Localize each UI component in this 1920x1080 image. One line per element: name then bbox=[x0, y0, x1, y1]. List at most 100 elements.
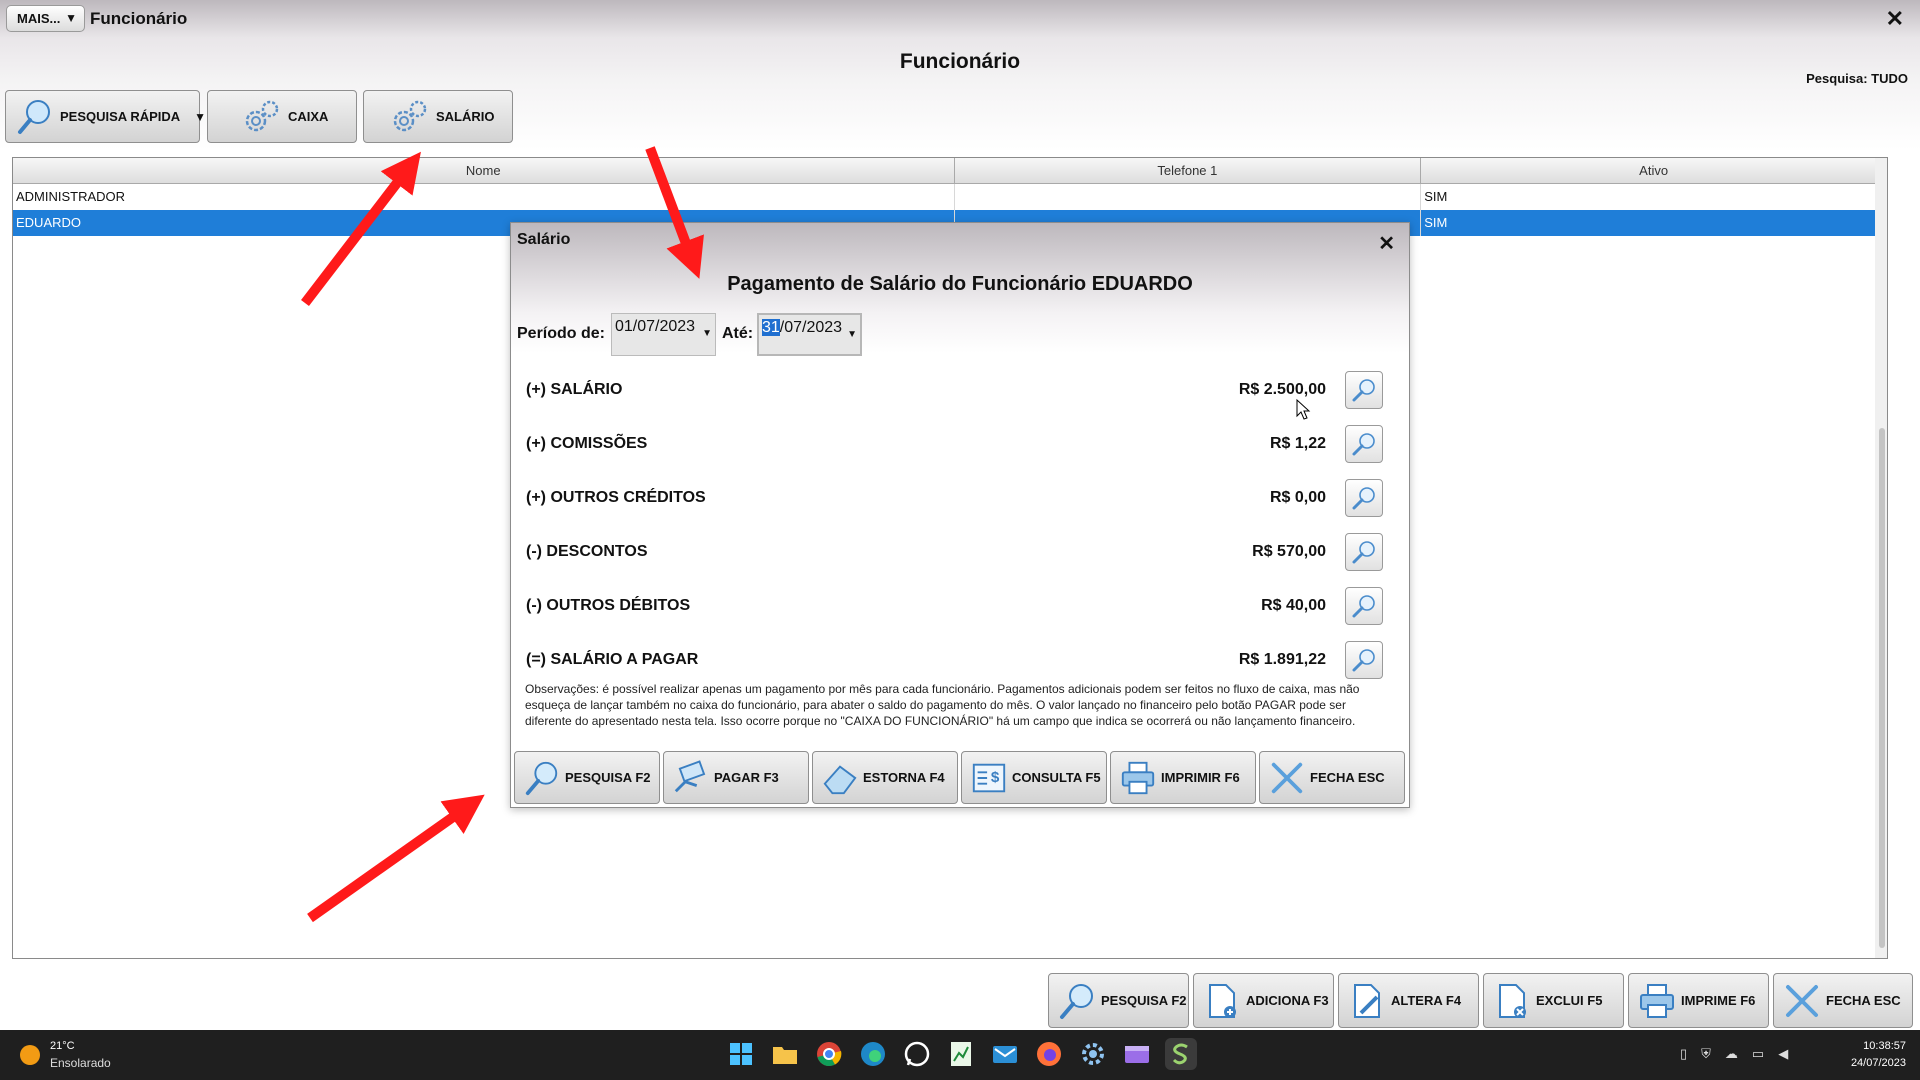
consulta-button[interactable]: $ CONSULTA F5 bbox=[961, 751, 1107, 804]
add-document-icon bbox=[1209, 983, 1236, 1018]
close-x-icon bbox=[1786, 984, 1818, 1017]
mail-icon[interactable] bbox=[989, 1038, 1021, 1070]
column-header-nome[interactable]: Nome bbox=[13, 158, 955, 183]
chevron-down-icon[interactable]: ▼ bbox=[194, 110, 206, 124]
row-value: R$ 0,00 bbox=[1269, 489, 1326, 506]
whatsapp-icon[interactable] bbox=[901, 1038, 933, 1070]
estorna-label: ESTORNA F4 bbox=[863, 770, 945, 785]
table-row[interactable]: ADMINISTRADOR SIM bbox=[13, 184, 1887, 210]
chevron-down-icon[interactable]: ▼ bbox=[847, 329, 857, 340]
exclui-button[interactable]: EXCLUI F5 bbox=[1483, 973, 1624, 1028]
app-window: MAIS... ▼ Funcionário ✕ Funcionário Pesq… bbox=[0, 0, 1920, 1030]
imprimir-label: IMPRIMIR F6 bbox=[1161, 770, 1240, 785]
defender-icon[interactable]: ⛨ bbox=[1701, 1046, 1711, 1062]
close-icon[interactable]: ✕ bbox=[1886, 8, 1904, 30]
magnifier-icon bbox=[1352, 541, 1375, 564]
imprimir-button[interactable]: IMPRIMIR F6 bbox=[1110, 751, 1256, 804]
estorna-button[interactable]: ESTORNA F4 bbox=[812, 751, 958, 804]
delete-document-icon bbox=[1499, 983, 1526, 1018]
outros-creditos-row: (+) OUTROS CRÉDITOS R$ 0,00 bbox=[526, 479, 1396, 519]
gears-icon bbox=[393, 100, 427, 131]
quick-search-button[interactable]: PESQUISA RÁPIDA ▼ bbox=[5, 90, 206, 143]
network-icon[interactable]: ▭ bbox=[1752, 1046, 1764, 1062]
bottom-pesquisa-label: PESQUISA F2 bbox=[1101, 993, 1187, 1008]
pagar-label: PAGAR F3 bbox=[714, 770, 779, 785]
close-icon[interactable]: ✕ bbox=[1378, 231, 1395, 256]
row-label: (=) SALÁRIO A PAGAR bbox=[526, 651, 699, 668]
app-s-icon[interactable] bbox=[1165, 1038, 1197, 1070]
row-label: (+) SALÁRIO bbox=[526, 381, 623, 398]
detail-search-button[interactable] bbox=[1345, 425, 1383, 463]
imprime-button[interactable]: IMPRIME F6 bbox=[1628, 973, 1769, 1028]
volume-icon[interactable]: ◀ bbox=[1778, 1046, 1788, 1062]
clock-time[interactable]: 10:38:57 bbox=[1863, 1040, 1906, 1052]
exclui-label: EXCLUI F5 bbox=[1536, 993, 1603, 1008]
cell-telefone bbox=[955, 184, 1422, 210]
date-to-value: /07/2023 bbox=[779, 319, 843, 336]
adiciona-button[interactable]: ADICIONA F3 bbox=[1193, 973, 1334, 1028]
column-header-telefone[interactable]: Telefone 1 bbox=[955, 158, 1422, 183]
chevron-down-icon[interactable]: ▼ bbox=[702, 328, 712, 339]
caixa-button[interactable]: CAIXA bbox=[207, 90, 357, 143]
edit-document-icon bbox=[1354, 983, 1380, 1018]
printer-icon bbox=[1121, 761, 1155, 794]
windows-start-icon[interactable] bbox=[725, 1038, 757, 1070]
row-label: (-) OUTROS DÉBITOS bbox=[526, 597, 691, 614]
salario-label: SALÁRIO bbox=[436, 109, 495, 124]
gears-icon bbox=[245, 100, 279, 131]
spreadsheet-icon[interactable] bbox=[945, 1038, 977, 1070]
detail-search-button[interactable] bbox=[1345, 371, 1383, 409]
detail-search-button[interactable] bbox=[1345, 587, 1383, 625]
system-tray: ▯ ⛨ ☁ ▭ ◀ bbox=[1680, 1046, 1788, 1062]
detail-search-button[interactable] bbox=[1345, 641, 1383, 679]
firefox-icon[interactable] bbox=[1033, 1038, 1065, 1070]
usb-icon[interactable]: ▯ bbox=[1680, 1046, 1687, 1062]
consulta-label: CONSULTA F5 bbox=[1012, 770, 1101, 785]
detail-search-button[interactable] bbox=[1345, 479, 1383, 517]
date-to-selected-text: 31 bbox=[762, 319, 780, 336]
fecha-button[interactable]: FECHA ESC bbox=[1773, 973, 1913, 1028]
row-label: (+) OUTROS CRÉDITOS bbox=[526, 489, 706, 506]
grid-header: Nome Telefone 1 Ativo bbox=[13, 158, 1887, 184]
row-value: R$ 40,00 bbox=[1261, 597, 1326, 614]
magnifier-icon bbox=[1352, 379, 1375, 402]
money-hand-icon bbox=[674, 759, 706, 792]
imprime-label: IMPRIME F6 bbox=[1681, 993, 1756, 1008]
settings-icon[interactable] bbox=[1077, 1038, 1109, 1070]
row-value: R$ 570,00 bbox=[1252, 543, 1326, 560]
magnifier-icon bbox=[1352, 433, 1375, 456]
vertical-scrollbar[interactable] bbox=[1875, 158, 1887, 958]
comissoes-row: (+) COMISSÕES R$ 1,22 bbox=[526, 425, 1396, 465]
altera-label: ALTERA F4 bbox=[1391, 993, 1462, 1008]
clock-date[interactable]: 24/07/2023 bbox=[1851, 1057, 1906, 1069]
chrome-icon[interactable] bbox=[813, 1038, 845, 1070]
salario-button[interactable]: SALÁRIO bbox=[363, 90, 513, 143]
video-editor-icon[interactable] bbox=[1121, 1038, 1153, 1070]
dialog-fecha-button[interactable]: FECHA ESC bbox=[1259, 751, 1405, 804]
bottom-pesquisa-button[interactable]: PESQUISA F2 bbox=[1048, 973, 1189, 1028]
dialog-fecha-label: FECHA ESC bbox=[1310, 770, 1385, 785]
taskbar: 21°C Ensolarado ▯ ⛨ ☁ ▭ ◀ 10:38:57 24/07… bbox=[0, 1030, 1920, 1080]
edge-icon[interactable] bbox=[857, 1038, 889, 1070]
magnifier-icon bbox=[1352, 595, 1375, 618]
altera-button[interactable]: ALTERA F4 bbox=[1338, 973, 1479, 1028]
row-value: R$ 2.500,00 bbox=[1238, 381, 1326, 398]
svg-text:$: $ bbox=[991, 768, 1000, 785]
pagar-button[interactable]: PAGAR F3 bbox=[663, 751, 809, 804]
window-title: Funcionário bbox=[90, 9, 188, 28]
magnifier-icon bbox=[1060, 983, 1093, 1019]
detail-search-button[interactable] bbox=[1345, 533, 1383, 571]
cloud-icon[interactable]: ☁ bbox=[1725, 1046, 1738, 1062]
column-header-ativo[interactable]: Ativo bbox=[1421, 158, 1887, 183]
magnifier-icon bbox=[1352, 487, 1375, 510]
dialog-pesquisa-button[interactable]: PESQUISA F2 bbox=[514, 751, 660, 804]
sun-icon[interactable] bbox=[20, 1045, 40, 1065]
date-to-field[interactable]: 31/07/2023 ▼ bbox=[757, 313, 862, 356]
row-label: (+) COMISSÕES bbox=[526, 435, 648, 452]
mais-button[interactable]: MAIS... ▼ bbox=[6, 5, 85, 32]
date-from-field[interactable]: 01/07/2023 ▼ bbox=[611, 313, 716, 356]
search-status: Pesquisa: TUDO bbox=[1806, 71, 1908, 86]
cell-nome: ADMINISTRADOR bbox=[13, 184, 955, 210]
file-explorer-icon[interactable] bbox=[769, 1038, 801, 1070]
scrollbar-thumb[interactable] bbox=[1879, 428, 1885, 948]
